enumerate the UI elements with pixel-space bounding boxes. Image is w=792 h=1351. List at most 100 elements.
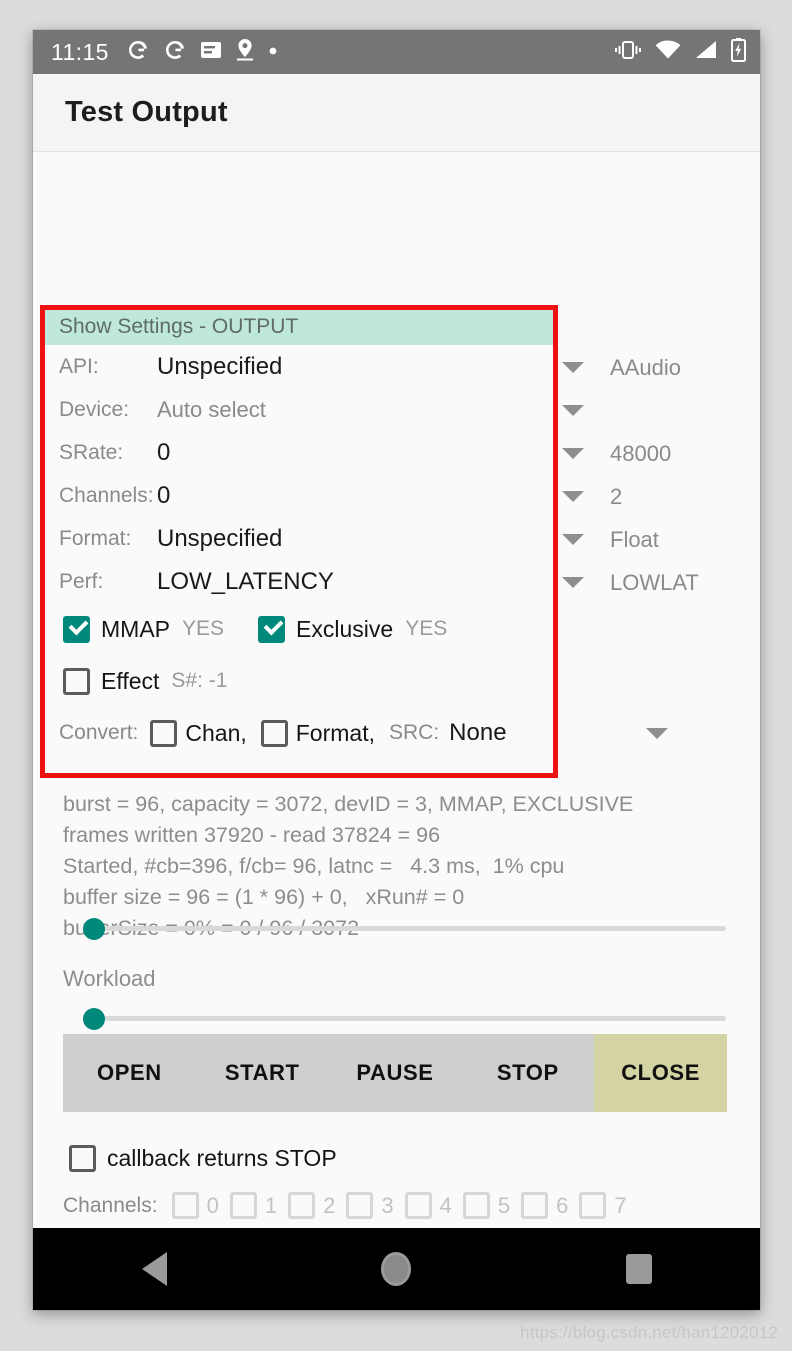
status-line-2: frames written 37920 - read 37824 = 96 [63,823,441,847]
channel-checkbox-7[interactable] [579,1192,607,1219]
channels-selector-row: Channels: 0 1 2 3 4 5 6 7 [63,1192,638,1219]
channel-checkbox-0[interactable] [171,1192,199,1219]
convert-chan-checkbox[interactable] [150,719,178,747]
slider-track[interactable] [83,1016,726,1021]
stream-settings-panel: Show Settings - OUTPUT API: Unspecified … [45,310,699,759]
channel-number-0: 0 [206,1192,219,1218]
chevron-down-icon[interactable] [562,362,584,373]
chevron-down-icon[interactable] [646,728,668,739]
start-button[interactable]: START [196,1034,329,1112]
status-line-1: burst = 96, capacity = 3072, devID = 3, … [63,792,634,816]
chevron-down-icon[interactable] [562,534,584,545]
pause-button[interactable]: PAUSE [329,1034,462,1112]
screenshot-root: 11:15 Test Output Show Settings - OUTPUT… [0,0,792,1351]
setting-value-format[interactable]: Unspecified [157,525,282,553]
channel-number-7: 7 [614,1192,627,1218]
channel-item-6[interactable]: 6 [521,1192,568,1219]
channel-checkbox-4[interactable] [404,1192,432,1219]
setting-value-perf[interactable]: LOW_LATENCY [157,568,334,596]
setting-row-perf[interactable]: Perf: LOW_LATENCY LOWLAT [45,560,699,603]
setting-value-channels[interactable]: 0 [157,482,170,510]
mmap-checkbox[interactable] [63,615,90,643]
channel-checkbox-3[interactable] [346,1192,374,1219]
channel-checkbox-1[interactable] [229,1192,257,1219]
setting-value-device[interactable]: Auto select [157,397,266,423]
setting-label-device: Device: [59,397,130,421]
channel-checkbox-5[interactable] [462,1192,490,1219]
setting-actual-api: AAudio [610,355,681,380]
channel-item-7[interactable]: 7 [579,1192,627,1219]
back-triangle-icon[interactable] [141,1252,167,1286]
wifi-icon [655,39,681,65]
home-circle-icon[interactable] [381,1252,412,1286]
effect-session-id: S#: -1 [171,669,228,692]
setting-label-perf: Perf: [59,569,104,593]
exclusive-checkbox[interactable] [258,615,286,643]
chevron-down-icon[interactable] [562,448,584,459]
effect-checkbox[interactable] [63,667,90,695]
settings-section-header[interactable]: Show Settings - OUTPUT [45,310,553,345]
setting-label-srate: SRate: [59,440,124,464]
src-value[interactable]: None [449,719,506,747]
close-button[interactable]: CLOSE [594,1034,727,1112]
app-bar: Test Output [33,74,760,152]
setting-label-channels: Channels: [59,483,154,507]
callback-returns-stop-checkbox[interactable] [69,1144,96,1172]
workload-slider[interactable] [83,1005,726,1030]
nav-recents-button[interactable] [518,1254,760,1284]
callback-returns-stop-row: callback returns STOP [51,1132,337,1184]
exclusive-status: YES [405,617,448,640]
channels-selector-label: Channels: [63,1193,158,1217]
recents-square-icon[interactable] [625,1254,652,1284]
status-line-4: buffer size = 96 = (1 * 96) + 0, xRun# =… [63,885,465,909]
convert-format-checkbox[interactable] [260,719,288,747]
nav-back-button[interactable] [33,1252,275,1286]
location-pin-icon [235,38,255,67]
channel-item-0[interactable]: 0 [171,1192,219,1219]
toggles-row-2: Effect S#: -1 [45,655,553,707]
channel-item-4[interactable]: 4 [404,1192,452,1219]
news-article-icon [200,40,222,65]
status-bar-clock: 11:15 [51,38,109,65]
phone-screen: 11:15 Test Output Show Settings - OUTPUT… [33,30,760,1310]
channel-number-4: 4 [439,1192,452,1218]
slider-track[interactable] [83,926,726,931]
setting-row-format[interactable]: Format: Unspecified Float [45,517,659,560]
chevron-down-icon[interactable] [562,577,584,588]
setting-row-srate[interactable]: SRate: 0 48000 [45,431,671,474]
src-label: SRC: [388,721,440,744]
buffer-size-slider[interactable] [83,915,726,940]
chevron-down-icon[interactable] [562,405,584,416]
status-bar-system-icons [614,37,746,67]
setting-value-srate[interactable]: 0 [157,439,170,467]
nav-home-button[interactable] [275,1252,517,1286]
channel-item-2[interactable]: 2 [288,1192,335,1219]
open-button[interactable]: OPEN [63,1034,196,1112]
convert-row: Convert: Chan, Format, SRC: None [45,707,668,759]
status-bar-notification-icons [126,38,278,67]
channel-number-5: 5 [497,1192,511,1218]
channel-item-5[interactable]: 5 [462,1192,511,1219]
setting-value-api[interactable]: Unspecified [157,353,282,381]
convert-label: Convert: [59,721,139,744]
setting-actual-channels: 2 [610,484,623,509]
setting-label-api: API: [59,354,99,378]
channel-item-1[interactable]: 1 [229,1192,278,1219]
setting-label-format: Format: [59,526,132,550]
chevron-down-icon[interactable] [562,491,584,502]
channel-item-3[interactable]: 3 [346,1192,394,1219]
mmap-status: YES [182,617,225,640]
setting-row-channels[interactable]: Channels: 0 2 [45,474,622,517]
stop-button[interactable]: STOP [461,1034,594,1112]
android-nav-bar [33,1228,760,1310]
slider-thumb[interactable] [83,918,105,940]
setting-actual-srate: 48000 [610,441,672,466]
setting-row-api[interactable]: API: Unspecified AAudio [45,345,681,388]
channel-checkbox-2[interactable] [288,1192,316,1219]
setting-actual-perf: LOWLAT [610,570,699,595]
dot-icon [268,43,278,61]
slider-thumb[interactable] [83,1008,105,1030]
setting-row-device[interactable]: Device: Auto select [45,388,584,431]
channel-number-1: 1 [264,1192,278,1218]
channel-checkbox-6[interactable] [521,1192,549,1219]
